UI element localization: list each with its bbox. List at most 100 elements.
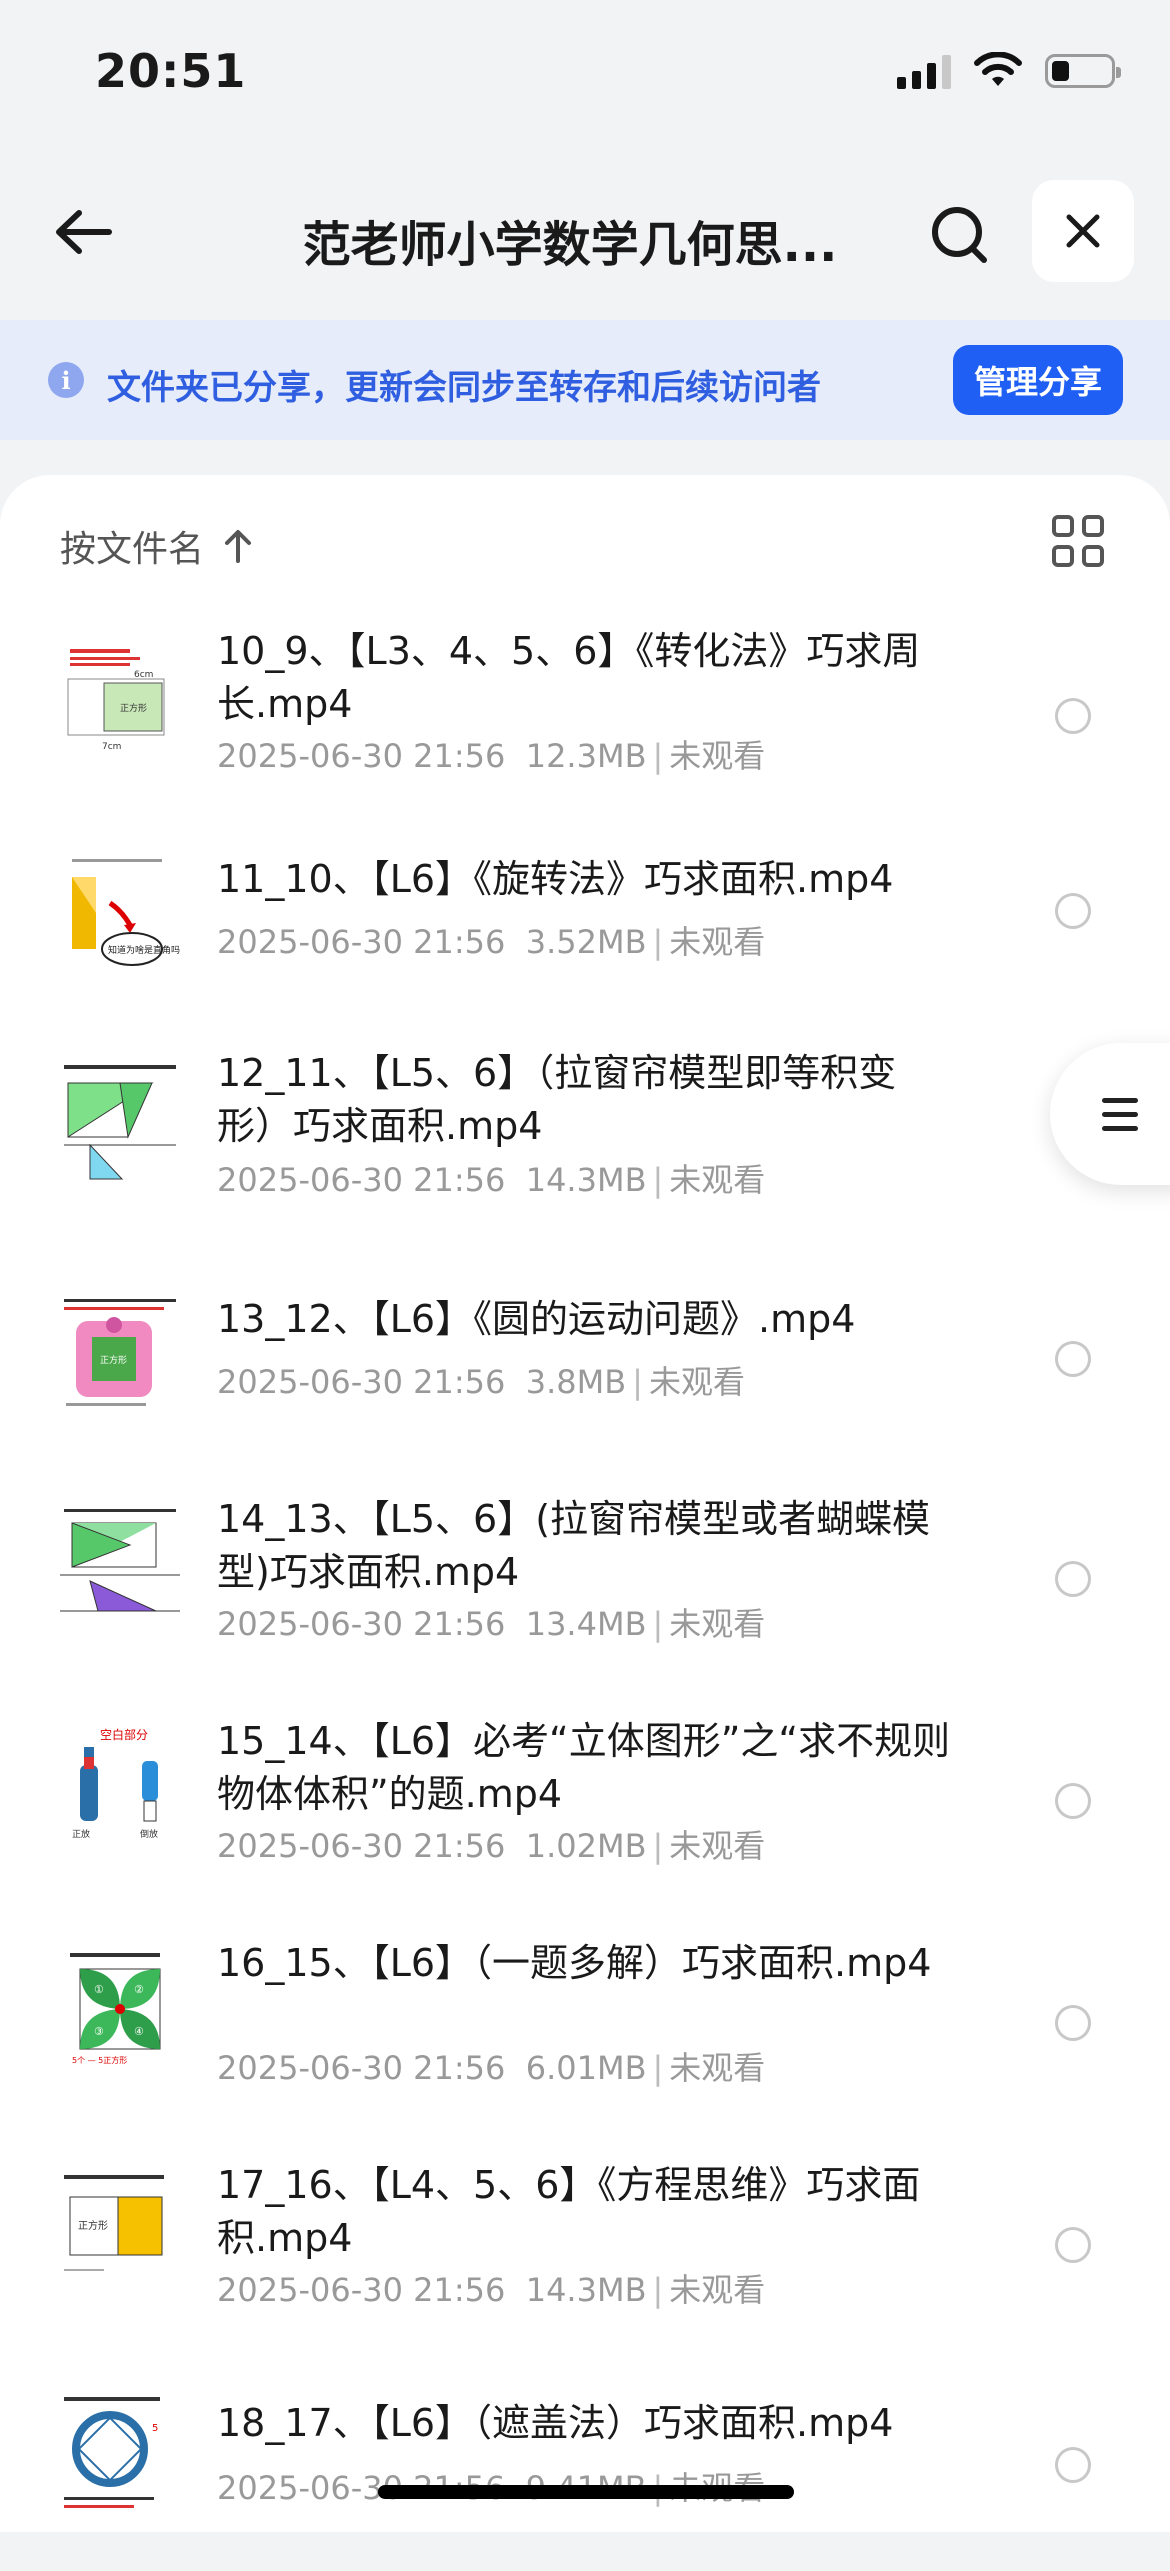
file-name: 17_16、【L4、5、6】《方程思维》巧求面积.mp4 bbox=[217, 2163, 921, 2260]
wifi-icon bbox=[974, 52, 1022, 86]
video-thumbnail bbox=[60, 1503, 180, 1623]
file-name: 16_15、【L6】（一题多解）巧求面积.mp4 bbox=[217, 1941, 932, 1985]
thumb-label: 正放 bbox=[72, 1828, 90, 1840]
select-radio[interactable] bbox=[1055, 2227, 1091, 2263]
watch-status: 未观看 bbox=[669, 2271, 766, 2309]
list-item[interactable]: 空白部分 正放 倒放 15_14、【L6】必考“立体图形”之“求不规则物体体积”… bbox=[0, 1705, 1170, 1927]
list-item[interactable]: ① ② ③ ④ 5个 — 5正方形 16_15、【L6】（一题多解）巧求面积.m… bbox=[0, 1927, 1170, 2149]
thumb-label: 6cm bbox=[134, 670, 153, 680]
status-icons bbox=[897, 52, 1121, 90]
file-size: 14.3MB bbox=[525, 1161, 647, 1199]
file-name: 18_17、【L6】（遮盖法）巧求面积.mp4 bbox=[217, 2401, 894, 2445]
video-thumbnail: ① ② ③ ④ 5个 — 5正方形 bbox=[60, 1947, 180, 2067]
list-item[interactable]: 5 18_17、【L6】（遮盖法）巧求面积.mp4 2025-06-30 21:… bbox=[0, 2371, 1170, 2571]
file-size: 3.52MB bbox=[525, 923, 647, 961]
file-size: 3.8MB bbox=[525, 1363, 627, 1401]
video-thumbnail: 知道为啥是直角吗 bbox=[60, 853, 180, 973]
status-time: 20:51 bbox=[95, 44, 247, 98]
list-item[interactable]: 正方形 13_12、【L6】《圆的运动问题》.mp4 2025-06-30 21… bbox=[0, 1275, 1170, 1483]
file-date: 2025-06-30 21:56 bbox=[217, 1363, 506, 1401]
file-name: 10_9、【L3、4、5、6】《转化法》巧求周长.mp4 bbox=[217, 629, 921, 726]
file-date: 2025-06-30 21:56 bbox=[217, 1161, 506, 1199]
list-item[interactable]: 正方形 17_16、【L4、5、6】《方程思维》巧求面积.mp4 2025-06… bbox=[0, 2149, 1170, 2371]
watch-status: 未观看 bbox=[669, 1605, 766, 1643]
file-meta: 2025-06-30 21:56 12.3MB | 未观看 bbox=[217, 737, 766, 775]
file-date: 2025-06-30 21:56 bbox=[217, 923, 506, 961]
share-banner: i 文件夹已分享，更新会同步至转存和后续访问者 管理分享 bbox=[0, 320, 1170, 440]
watch-status: 未观看 bbox=[669, 1827, 766, 1865]
select-radio[interactable] bbox=[1055, 698, 1091, 734]
file-size: 14.3MB bbox=[525, 2271, 647, 2309]
watch-status: 未观看 bbox=[648, 1363, 745, 1401]
video-thumbnail: 5 bbox=[60, 2391, 180, 2511]
file-date: 2025-06-30 21:56 bbox=[217, 1605, 506, 1643]
video-thumbnail: 正方形 bbox=[60, 1295, 180, 1415]
file-name: 13_12、【L6】《圆的运动问题》.mp4 bbox=[217, 1297, 856, 1341]
sort-label: 按文件名 bbox=[60, 529, 205, 570]
page-title: 范老师小学数学几何思... bbox=[302, 217, 838, 273]
sort-control[interactable]: 按文件名 bbox=[60, 520, 254, 572]
thumb-label: ② bbox=[134, 1983, 144, 1996]
watch-status: 未观看 bbox=[669, 737, 766, 775]
file-meta: 2025-06-30 21:56 3.52MB | 未观看 bbox=[217, 923, 766, 961]
file-meta: 2025-06-30 21:56 1.02MB | 未观看 bbox=[217, 1827, 766, 1865]
search-icon bbox=[932, 207, 987, 263]
file-size: 1.02MB bbox=[525, 1827, 647, 1865]
select-radio[interactable] bbox=[1055, 1341, 1091, 1377]
select-radio[interactable] bbox=[1055, 2005, 1091, 2041]
home-indicator bbox=[378, 2485, 794, 2499]
file-name: 12_11、【L5、6】（拉窗帘模型即等积变形）巧求面积.mp4 bbox=[217, 1051, 897, 1148]
thumb-label: 倒放 bbox=[140, 1828, 158, 1840]
search-button[interactable] bbox=[922, 197, 998, 273]
thumb-label: 7cm bbox=[102, 742, 121, 752]
thumb-label: ③ bbox=[94, 2025, 104, 2038]
watch-status: 未观看 bbox=[669, 2049, 766, 2087]
watch-status: 未观看 bbox=[669, 1161, 766, 1199]
thumb-label: 知道为啥是直角吗 bbox=[108, 944, 180, 956]
manage-share-button[interactable]: 管理分享 bbox=[953, 345, 1123, 415]
file-meta: 2025-06-30 21:56 14.3MB | 未观看 bbox=[217, 2271, 766, 2309]
file-meta: 2025-06-30 21:56 3.8MB | 未观看 bbox=[217, 1363, 745, 1401]
watch-status: 未观看 bbox=[669, 923, 766, 961]
thumb-label: ① bbox=[94, 1983, 104, 1996]
file-meta: 2025-06-30 21:56 14.3MB | 未观看 bbox=[217, 1161, 766, 1199]
close-button[interactable] bbox=[1032, 180, 1134, 282]
select-radio[interactable] bbox=[1055, 1783, 1091, 1819]
thumb-label: 正方形 bbox=[100, 1354, 127, 1366]
grid-view-icon[interactable] bbox=[1052, 515, 1108, 571]
cellular-signal-icon bbox=[897, 53, 951, 89]
back-arrow-icon bbox=[56, 210, 112, 254]
select-radio[interactable] bbox=[1055, 893, 1091, 929]
share-banner-text: 文件夹已分享，更新会同步至转存和后续访问者 bbox=[107, 368, 821, 408]
video-thumbnail: 空白部分 正放 倒放 bbox=[60, 1725, 180, 1845]
arrow-up-icon bbox=[225, 530, 252, 563]
file-date: 2025-06-30 21:56 bbox=[217, 2049, 506, 2087]
menu-icon bbox=[1102, 1098, 1138, 1103]
file-meta: 2025-06-30 21:56 6.01MB | 未观看 bbox=[217, 2049, 766, 2087]
list-item[interactable]: 12_11、【L5、6】（拉窗帘模型即等积变形）巧求面积.mp4 2025-06… bbox=[0, 1041, 1170, 1275]
back-button[interactable] bbox=[48, 197, 118, 267]
thumb-label: 5 bbox=[152, 2423, 158, 2434]
file-name: 14_13、【L5、6】(拉窗帘模型或者蝴蝶模型)巧求面积.mp4 bbox=[217, 1497, 931, 1594]
video-thumbnail: 6cm 正方形 7cm bbox=[60, 645, 180, 765]
thumb-label: 5个 — 5正方形 bbox=[72, 2055, 127, 2065]
nav-bar: 范老师小学数学几何思... bbox=[0, 175, 1170, 290]
file-name: 11_10、【L6】《旋转法》巧求面积.mp4 bbox=[217, 857, 894, 901]
file-date: 2025-06-30 21:56 bbox=[217, 737, 506, 775]
battery-icon bbox=[1045, 54, 1121, 88]
file-size: 13.4MB bbox=[525, 1605, 647, 1643]
file-name: 15_14、【L6】必考“立体图形”之“求不规则物体体积”的题.mp4 bbox=[217, 1719, 951, 1816]
file-size: 6.01MB bbox=[525, 2049, 647, 2087]
list-item[interactable]: 知道为啥是直角吗 11_10、【L6】《旋转法》巧求面积.mp4 2025-06… bbox=[0, 833, 1170, 1041]
file-meta: 2025-06-30 21:56 13.4MB | 未观看 bbox=[217, 1605, 766, 1643]
file-list: 6cm 正方形 7cm 10_9、【L3、4、5、6】《转化法》巧求周长.mp4… bbox=[0, 625, 1170, 2571]
video-thumbnail bbox=[60, 1061, 180, 1181]
status-bar: 20:51 bbox=[0, 0, 1170, 150]
select-radio[interactable] bbox=[1055, 1561, 1091, 1597]
list-item[interactable]: 14_13、【L5、6】(拉窗帘模型或者蝴蝶模型)巧求面积.mp4 2025-0… bbox=[0, 1483, 1170, 1705]
thumb-label: 空白部分 bbox=[100, 1727, 148, 1742]
thumb-label: 正方形 bbox=[120, 702, 147, 714]
select-radio[interactable] bbox=[1055, 2447, 1091, 2483]
list-item[interactable]: 6cm 正方形 7cm 10_9、【L3、4、5、6】《转化法》巧求周长.mp4… bbox=[0, 625, 1170, 847]
file-list-panel: 按文件名 6cm 正方形 7cm 10_9、【L3、4、5、6】《转化法》巧求周… bbox=[0, 475, 1170, 2532]
